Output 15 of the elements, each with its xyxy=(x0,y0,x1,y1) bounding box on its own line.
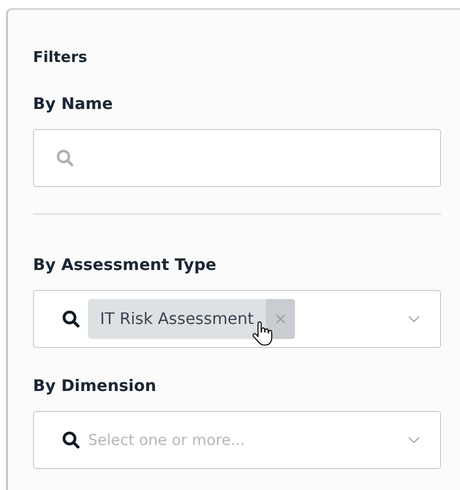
multi-select-field[interactable]: IT Risk Assessment × xyxy=(33,290,441,348)
chevron-down-icon[interactable] xyxy=(408,436,420,444)
field-label: By Name xyxy=(33,93,114,115)
multi-select-field[interactable]: Select one or more... xyxy=(33,411,441,469)
search-icon xyxy=(62,431,80,449)
selected-tag: IT Risk Assessment × xyxy=(88,299,296,339)
field-label: By Dimension xyxy=(33,375,158,397)
search-field[interactable] xyxy=(33,129,441,187)
panel-title: Filters xyxy=(33,48,88,66)
search-icon xyxy=(56,149,74,167)
hand-cursor-icon xyxy=(252,321,274,347)
search-icon xyxy=(62,310,80,328)
select-input[interactable]: Select one or more... xyxy=(86,428,408,452)
chevron-down-icon[interactable] xyxy=(408,315,420,323)
field-label: By Assessment Type xyxy=(33,254,218,276)
